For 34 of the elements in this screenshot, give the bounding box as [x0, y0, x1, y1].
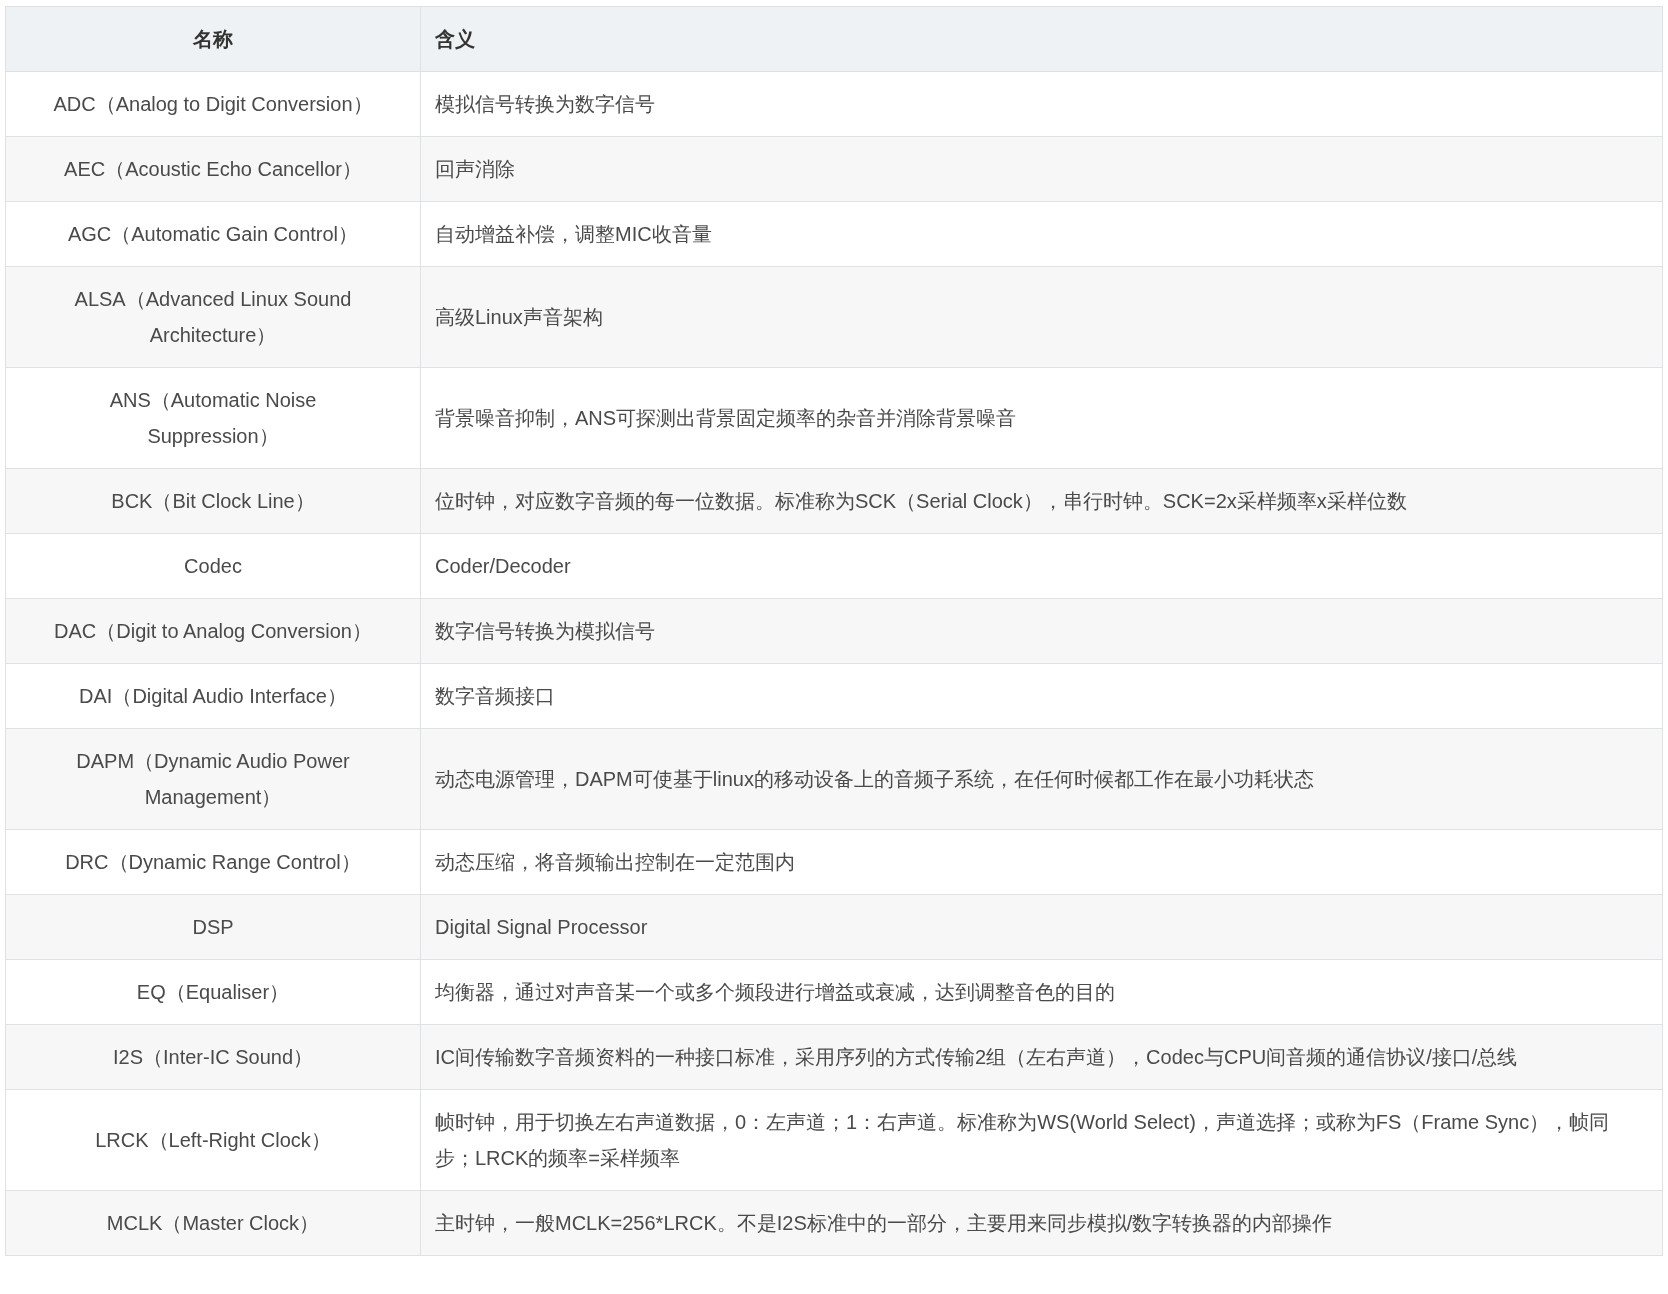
term-cell: ADC（Analog to Digit Conversion） [5, 71, 421, 137]
meaning-cell: 模拟信号转换为数字信号 [420, 71, 1663, 137]
meaning-cell: 均衡器，通过对声音某一个或多个频段进行增益或衰减，达到调整音色的目的 [420, 959, 1663, 1025]
term-cell: DSP [5, 894, 421, 960]
column-header: 含义 [420, 6, 1663, 72]
term-cell: DRC（Dynamic Range Control） [5, 829, 421, 895]
term-cell: DAI（Digital Audio Interface） [5, 663, 421, 729]
term-cell: BCK（Bit Clock Line） [5, 468, 421, 534]
term-cell: ALSA（Advanced Linux Sound Architecture） [5, 266, 421, 368]
meaning-cell: 主时钟，一般MCLK=256*LRCK。不是I2S标准中的一部分，主要用来同步模拟/数字转换器的内部操作 [420, 1190, 1663, 1256]
meaning-cell: Digital Signal Processor [420, 894, 1663, 960]
meaning-cell: 数字信号转换为模拟信号 [420, 598, 1663, 664]
term-cell: ANS（Automatic Noise Suppression） [5, 367, 421, 469]
term-cell: DAC（Digit to Analog Conversion） [5, 598, 421, 664]
meaning-cell: 高级Linux声音架构 [420, 266, 1663, 368]
meaning-cell: 帧时钟，用于切换左右声道数据，0：左声道；1：右声道。标准称为WS(World Select)，声道选择；或称为FS（Frame Sync），帧同步；LRCK的频率=采样频率 [420, 1089, 1663, 1191]
column-header: 名称 [5, 6, 421, 72]
term-cell: AGC（Automatic Gain Control） [5, 201, 421, 267]
meaning-cell: 动态电源管理，DAPM可使基于linux的移动设备上的音频子系统，在任何时候都工作在最小功耗状态 [420, 728, 1663, 830]
term-cell: EQ（Equaliser） [5, 959, 421, 1025]
term-cell: Codec [5, 533, 421, 599]
meaning-cell: 数字音频接口 [420, 663, 1663, 729]
meaning-cell: 自动增益补偿，调整MIC收音量 [420, 201, 1663, 267]
term-cell: DAPM（Dynamic Audio Power Management） [5, 728, 421, 830]
meaning-cell: 位时钟，对应数字音频的每一位数据。标准称为SCK（Serial Clock），串行时钟。SCK=2x采样频率x采样位数 [420, 468, 1663, 534]
term-cell: AEC（Acoustic Echo Cancellor） [5, 136, 421, 202]
meaning-cell: 背景噪音抑制，ANS可探测出背景固定频率的杂音并消除背景噪音 [420, 367, 1663, 469]
term-cell: MCLK（Master Clock） [5, 1190, 421, 1256]
meaning-cell: 回声消除 [420, 136, 1663, 202]
meaning-cell: IC间传输数字音频资料的一种接口标准，采用序列的方式传输2组（左右声道），Codec与CPU间音频的通信协议/接口/总线 [420, 1024, 1663, 1090]
term-cell: I2S（Inter-IC Sound） [5, 1024, 421, 1090]
term-cell: LRCK（Left-Right Clock） [5, 1089, 421, 1191]
meaning-cell: 动态压缩，将音频输出控制在一定范围内 [420, 829, 1663, 895]
meaning-cell: Coder/Decoder [420, 533, 1663, 599]
